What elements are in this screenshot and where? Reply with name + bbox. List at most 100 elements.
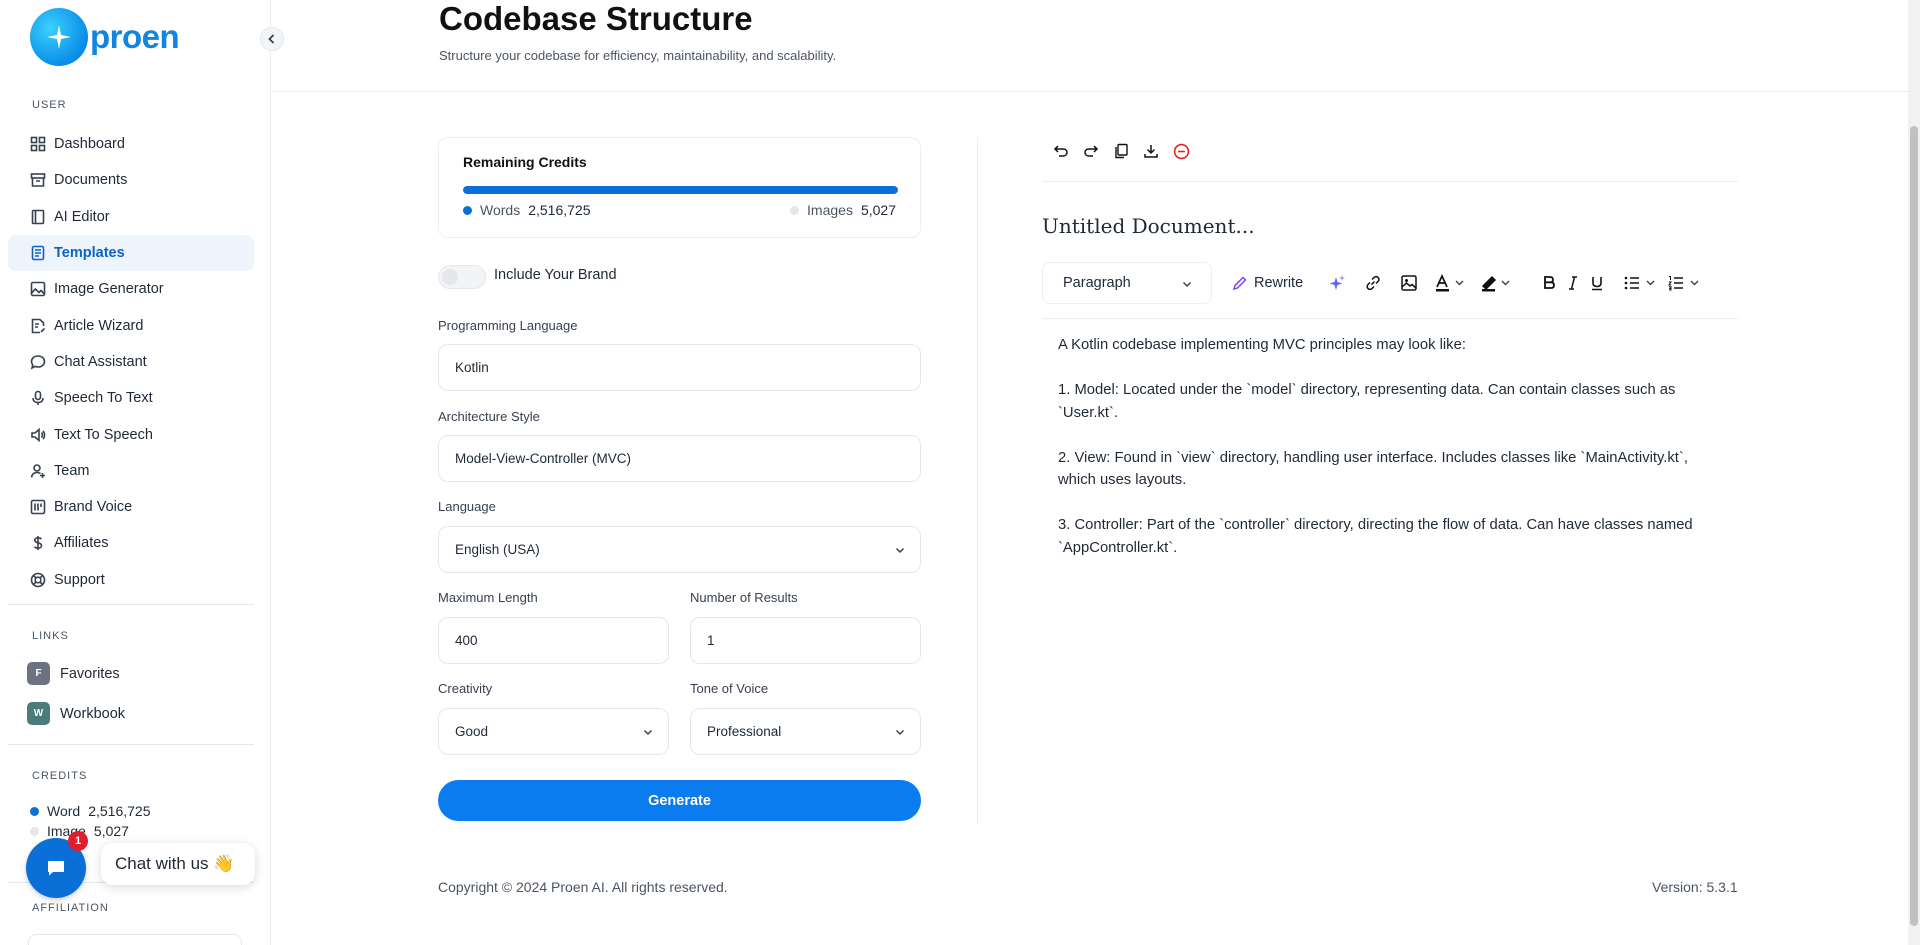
- creativity-value: Good: [455, 724, 489, 739]
- link-favorites[interactable]: F Favorites: [27, 662, 120, 685]
- content-paragraph: 2. View: Found in `view` directory, hand…: [1058, 449, 1688, 489]
- chevron-down-icon: [895, 729, 905, 736]
- link-button[interactable]: [1361, 271, 1385, 295]
- document-title[interactable]: Untitled Document...: [1042, 214, 1255, 238]
- credit-label: Word: [47, 803, 81, 819]
- image-icon: [30, 282, 46, 297]
- italic-button[interactable]: [1561, 271, 1585, 295]
- bold-button[interactable]: [1537, 271, 1561, 295]
- footer-copyright: Copyright © 2024 Proen AI. All rights re…: [438, 879, 728, 895]
- sidebar-item-templates[interactable]: Templates: [8, 234, 254, 272]
- underline-button[interactable]: [1585, 271, 1609, 295]
- affiliation-box[interactable]: [28, 934, 242, 945]
- rewrite-label: Rewrite: [1254, 275, 1304, 291]
- bold-icon: [1544, 276, 1556, 289]
- image-dot-icon: [30, 826, 39, 836]
- sidebar-item-dashboard[interactable]: Dashboard: [8, 126, 254, 162]
- sidebar-item-label: Team: [54, 462, 90, 479]
- sidebar-item-label: Text To Speech: [54, 426, 153, 443]
- programming-language-input[interactable]: Kotlin: [438, 344, 921, 391]
- delete-button[interactable]: [1166, 140, 1196, 162]
- copy-button[interactable]: [1106, 140, 1136, 162]
- editor-toolbar: [1046, 140, 1196, 162]
- page-scrollbar[interactable]: [1908, 0, 1920, 945]
- include-brand-toggle[interactable]: [438, 265, 486, 289]
- bullet-list-button[interactable]: [1623, 271, 1659, 295]
- toggle-knob: [442, 269, 458, 285]
- sidebar-item-label: Speech To Text: [54, 390, 153, 407]
- num-results-input[interactable]: 1: [690, 617, 921, 664]
- programming-language-label: Programming Language: [438, 318, 578, 333]
- creativity-select[interactable]: Good: [438, 708, 669, 755]
- numbered-list-icon: [1668, 276, 1699, 291]
- sidebar-item-documents[interactable]: Documents: [8, 162, 254, 198]
- workbook-badge: W: [27, 702, 50, 725]
- highlight-color-button[interactable]: [1479, 271, 1515, 295]
- sidebar-item-brand-voice[interactable]: Brand Voice: [8, 489, 254, 525]
- credits-progress-fill: [463, 186, 898, 194]
- bullet-list-icon: [1624, 276, 1655, 290]
- numbered-list-button[interactable]: [1667, 271, 1703, 295]
- language-select[interactable]: English (USA): [438, 526, 921, 573]
- sidebar-item-support[interactable]: Support: [8, 562, 254, 598]
- redo-button[interactable]: [1076, 140, 1106, 162]
- sidebar-item-ai-editor[interactable]: AI Editor: [8, 199, 254, 235]
- tone-select[interactable]: Professional: [690, 708, 921, 755]
- undo-button[interactable]: [1046, 140, 1076, 162]
- sidebar-item-article-wizard[interactable]: Article Wizard: [8, 307, 254, 343]
- sidebar-item-label: Article Wizard: [54, 317, 144, 334]
- speaker-icon: [31, 427, 46, 442]
- sidebar-item-label: Chat Assistant: [54, 353, 147, 370]
- scrollbar-thumb[interactable]: [1910, 126, 1918, 926]
- rewrite-button[interactable]: Rewrite: [1232, 275, 1303, 291]
- sidebar-item-speech-to-text[interactable]: Speech To Text: [8, 380, 254, 416]
- sidebar-item-chat-assistant[interactable]: Chat Assistant: [8, 344, 254, 380]
- image-icon: [1401, 275, 1417, 291]
- chat-notification-badge: 1: [68, 831, 88, 851]
- max-length-input[interactable]: 400: [438, 617, 669, 664]
- chevron-down-icon: [895, 547, 905, 554]
- format-toolbar: Paragraph Rewrite: [1042, 262, 1738, 304]
- section-label-affiliation: AFFILIATION: [32, 902, 109, 914]
- mic-icon: [32, 390, 44, 406]
- editor-divider: [1042, 181, 1738, 182]
- link-workbook[interactable]: W Workbook: [27, 702, 125, 725]
- chat-with-us-bubble[interactable]: Chat with us 👋: [101, 843, 255, 885]
- generate-button[interactable]: Generate: [438, 780, 921, 821]
- chat-icon: [30, 355, 46, 370]
- collapse-sidebar-button[interactable]: [260, 27, 284, 51]
- sidebar-item-image-generator[interactable]: Image Generator: [8, 271, 254, 307]
- download-button[interactable]: [1136, 140, 1166, 162]
- sidebar-item-team[interactable]: Team: [8, 453, 254, 489]
- sidebar-item-affiliates[interactable]: Affiliates: [8, 525, 254, 561]
- archive-icon: [30, 173, 46, 188]
- content-paragraph: 3. Controller: Part of the `controller` …: [1058, 517, 1693, 556]
- sidebar-item-label: Affiliates: [54, 535, 109, 552]
- architecture-style-input[interactable]: Model-View-Controller (MVC): [438, 435, 921, 482]
- credits-images: Images 5,027: [790, 202, 896, 218]
- favorites-badge: F: [27, 662, 50, 685]
- dollar-icon: [33, 536, 43, 551]
- include-brand-label: Include Your Brand: [494, 267, 617, 283]
- editor-content[interactable]: A Kotlin codebase implementing MVC princ…: [1058, 334, 1728, 582]
- paragraph-select[interactable]: Paragraph: [1042, 262, 1212, 304]
- sidebar-item-label: Image Generator: [54, 281, 164, 298]
- editor-divider: [1042, 318, 1738, 319]
- copy-icon: [1115, 143, 1128, 159]
- lifebuoy-icon: [30, 572, 46, 588]
- content-paragraph: A Kotlin codebase implementing MVC princ…: [1058, 337, 1466, 353]
- sidebar-item-label: Support: [54, 571, 105, 588]
- credit-word: Word 2,516,725: [30, 803, 151, 819]
- content-paragraph: 1. Model: Located under the `model` dire…: [1058, 382, 1676, 421]
- book-icon: [31, 209, 45, 225]
- logo[interactable]: proen: [30, 8, 180, 66]
- images-value: 5,027: [860, 202, 896, 218]
- language-value: English (USA): [455, 542, 540, 557]
- ai-sparkle-button[interactable]: [1325, 271, 1349, 295]
- text-color-button[interactable]: [1433, 271, 1469, 295]
- text-color-icon: [1436, 274, 1464, 292]
- sidebar-item-text-to-speech[interactable]: Text To Speech: [8, 416, 254, 452]
- sparkle-icon: [1329, 275, 1346, 290]
- architecture-style-label: Architecture Style: [438, 409, 540, 424]
- insert-image-button[interactable]: [1397, 271, 1421, 295]
